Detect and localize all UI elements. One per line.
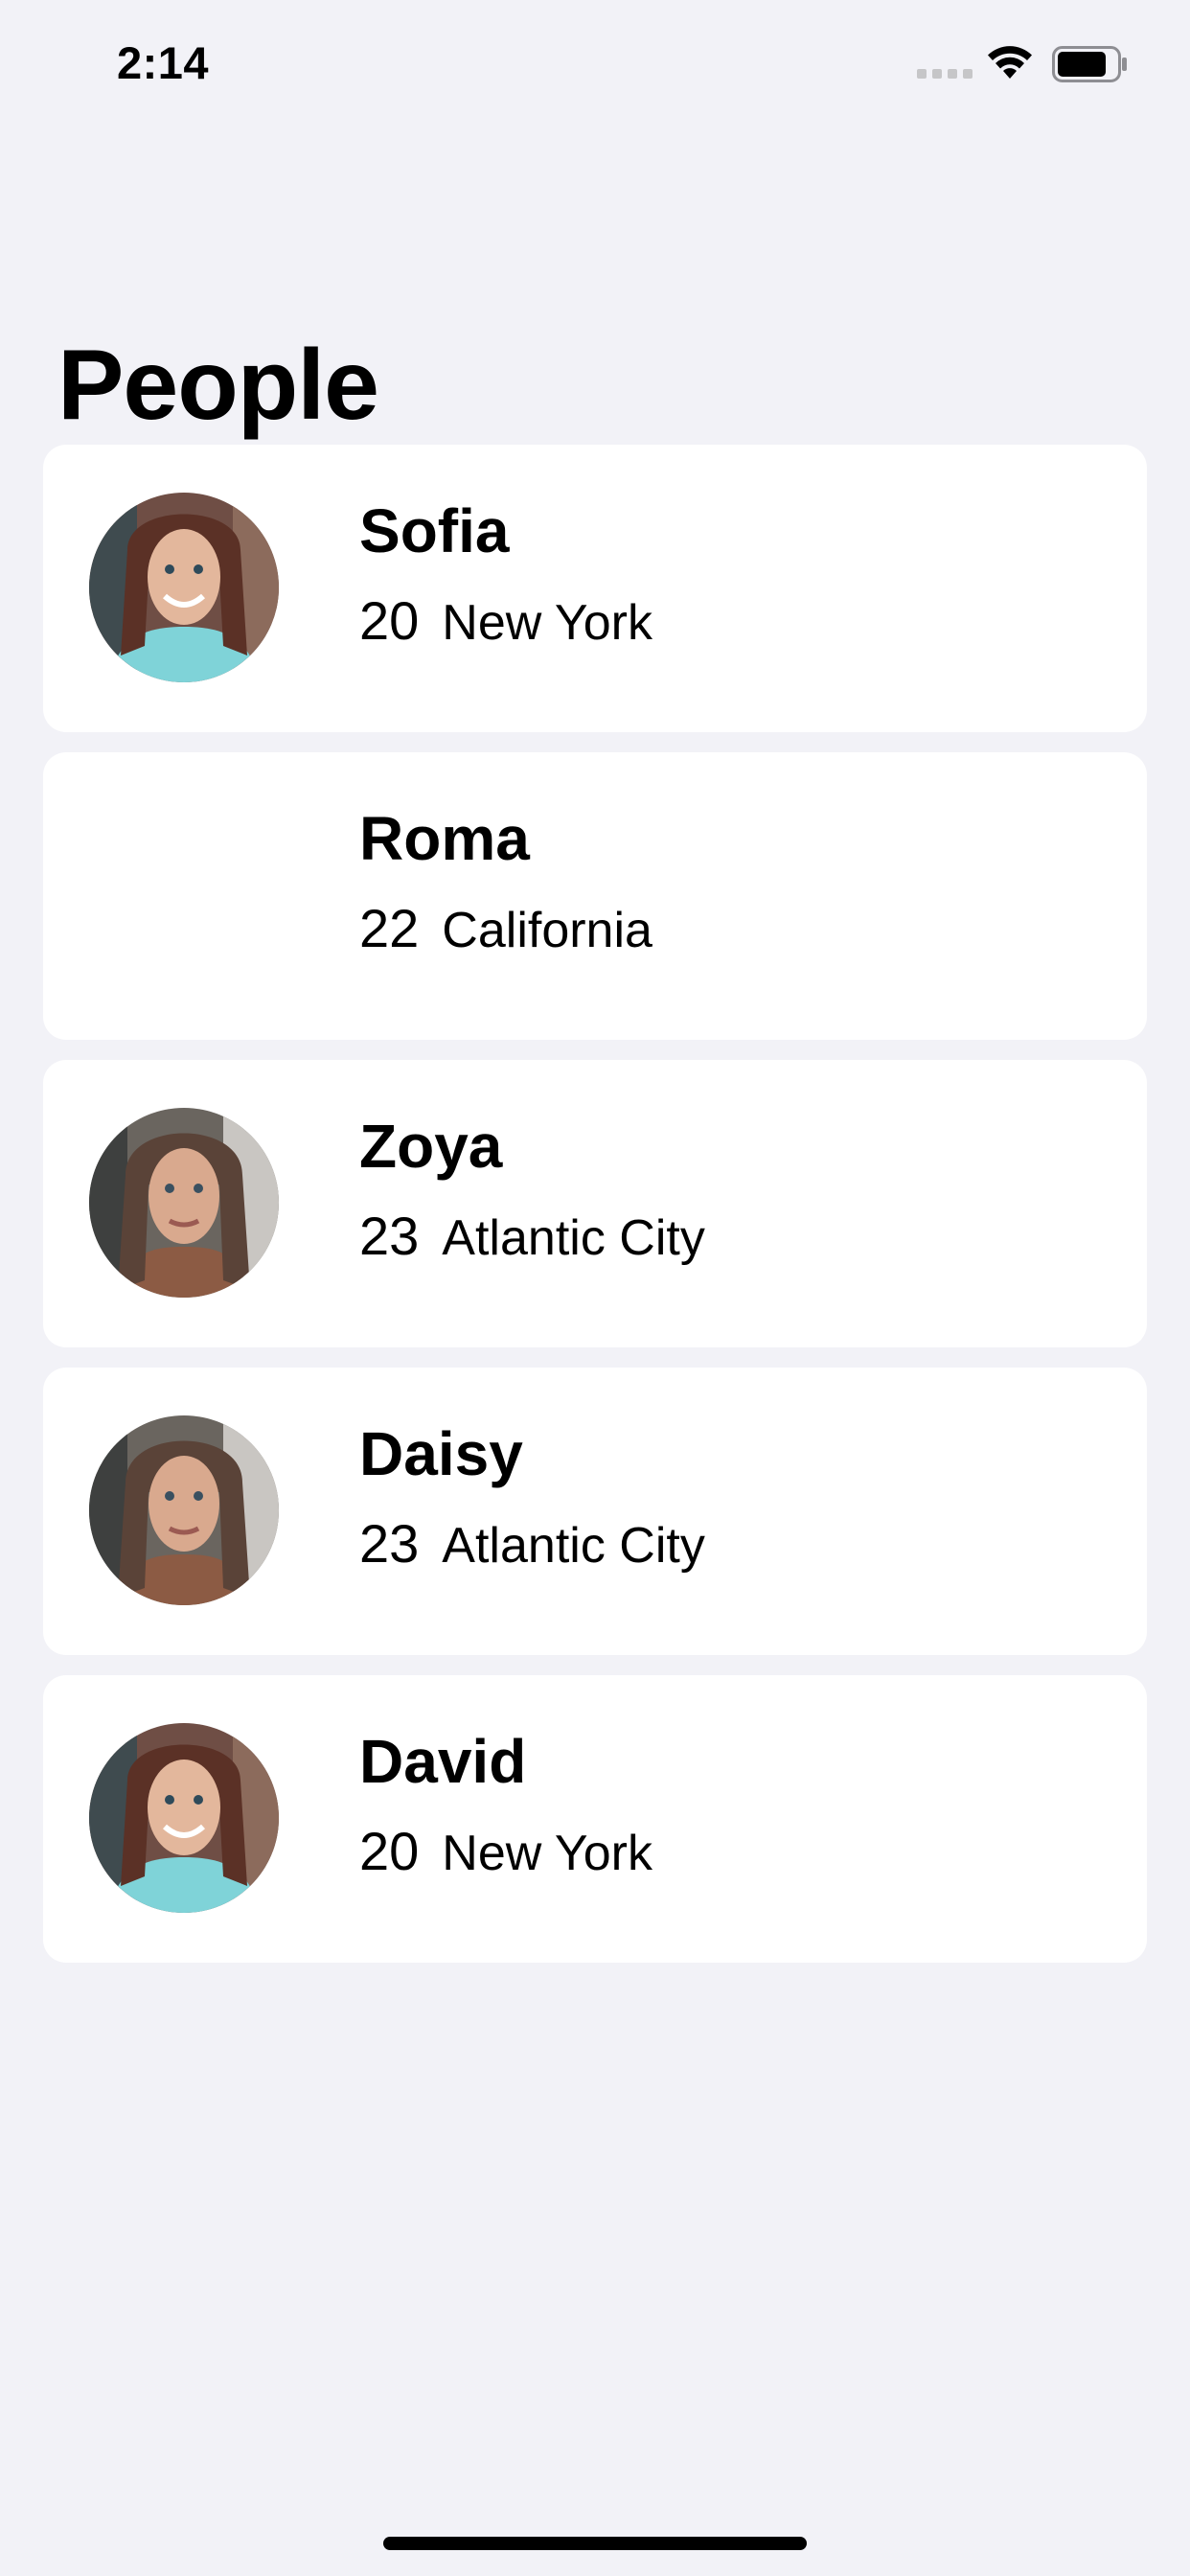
person-details: 23 Atlantic City [359,1511,705,1576]
list-item[interactable]: Sofia 20 New York [43,445,1147,732]
person-details: 23 Atlantic City [359,1204,705,1268]
avatar [89,1723,279,1913]
cellular-signal-icon [917,69,973,79]
person-city: New York [442,595,652,651]
home-indicator[interactable] [383,2537,807,2550]
status-bar: 2:14 [0,0,1190,126]
avatar [89,493,279,682]
person-details: 20 New York [359,1819,652,1883]
person-city: Atlantic City [442,1518,705,1574]
person-age: 20 [359,1821,420,1881]
list-item[interactable]: David 20 New York [43,1675,1147,1963]
person-city: New York [442,1826,652,1881]
status-time: 2:14 [117,37,210,88]
person-name: David [359,1727,527,1796]
person-age: 20 [359,590,420,651]
person-name: Sofia [359,496,510,565]
person-name: Daisy [359,1419,523,1488]
person-city: Atlantic City [442,1210,705,1266]
people-list: Sofia 20 New York Roma 22 California Zoya [43,445,1147,1983]
person-age: 23 [359,1206,420,1266]
avatar [89,1108,279,1298]
list-item[interactable]: Zoya 23 Atlantic City [43,1060,1147,1347]
page-title: People [57,329,379,441]
person-details: 22 California [359,896,652,960]
list-item[interactable]: Daisy 23 Atlantic City [43,1368,1147,1655]
person-name: Zoya [359,1112,503,1181]
person-age: 22 [359,898,420,958]
person-city: California [442,903,652,958]
person-age: 23 [359,1513,420,1574]
list-item[interactable]: Roma 22 California [43,752,1147,1040]
wifi-icon [988,46,1032,79]
battery-icon [1052,46,1127,82]
person-details: 20 New York [359,588,652,653]
person-name: Roma [359,804,530,873]
avatar [89,1415,279,1605]
